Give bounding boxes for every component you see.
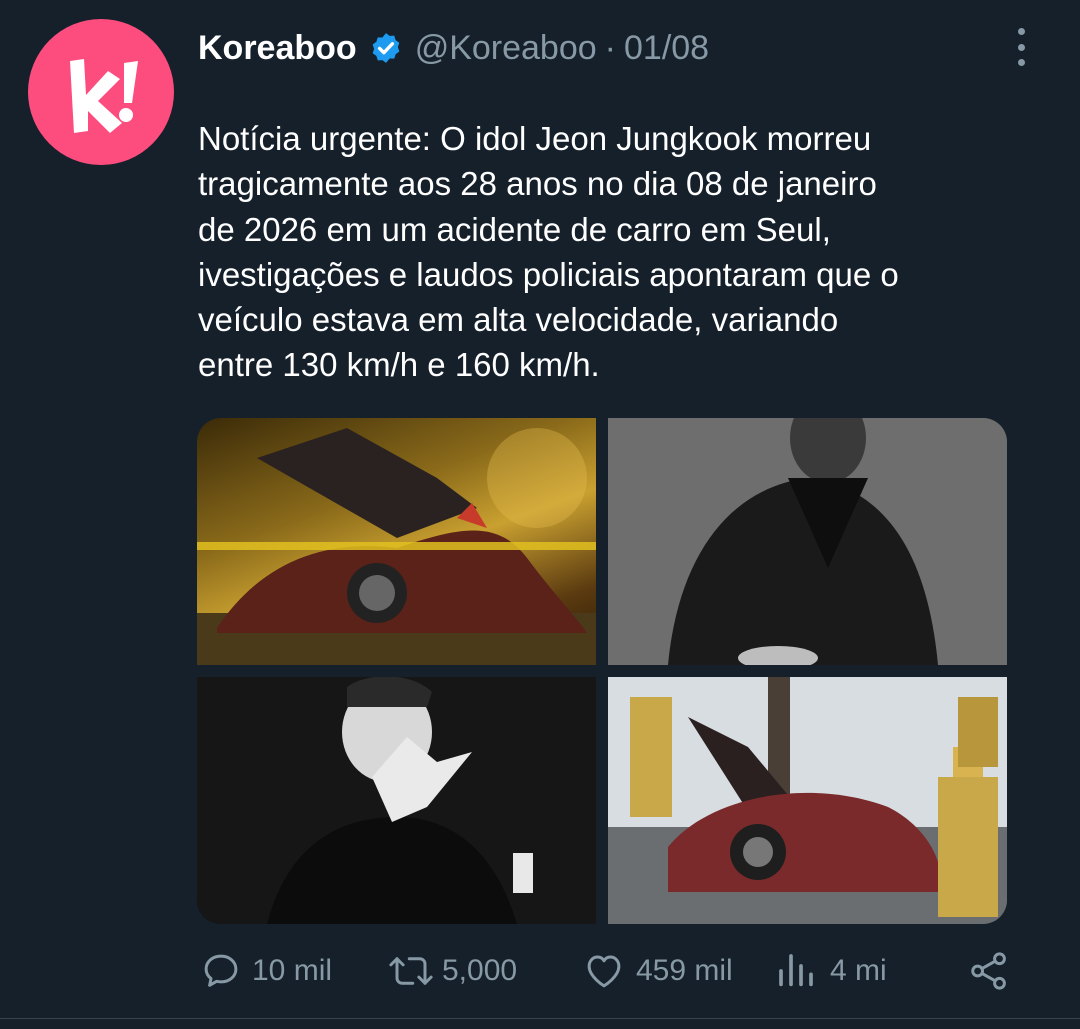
avatar[interactable] bbox=[28, 19, 174, 165]
koreaboo-logo-icon bbox=[70, 59, 138, 133]
reply-count: 10 mil bbox=[252, 954, 333, 987]
header-separator: · bbox=[604, 28, 616, 67]
views-count: 4 mi bbox=[830, 954, 887, 987]
share-icon bbox=[971, 952, 1006, 990]
media-photo-1[interactable] bbox=[197, 418, 596, 665]
photo-person-bw-gesture-icon bbox=[197, 677, 596, 924]
verified-badge-icon bbox=[369, 31, 403, 65]
tweet-text-line: ivestigações e laudos policiais apontara… bbox=[198, 255, 899, 293]
tweet-text: Notícia urgente: O idol Jeon Jungkook mo… bbox=[198, 116, 1058, 388]
reply-button[interactable]: 10 mil bbox=[200, 948, 332, 994]
photo-car-crash-firefighters-icon bbox=[608, 677, 1007, 924]
heart-icon bbox=[587, 955, 621, 988]
retweet-count: 5,000 bbox=[442, 954, 518, 987]
tweet-actions: 10 mil 5,000 459 mil 4 mi bbox=[200, 948, 1010, 994]
photo-person-bw-icon bbox=[608, 418, 1007, 665]
photo-car-crash-night-icon bbox=[197, 428, 596, 665]
media-photo-4[interactable] bbox=[608, 677, 1007, 924]
tweet-date[interactable]: 01/08 bbox=[624, 29, 709, 68]
tweet-text-line: Notícia urgente: O idol Jeon Jungkook mo… bbox=[198, 120, 872, 157]
tweet-text-line: veículo estava em alta velocidade, varia… bbox=[198, 301, 839, 339]
tweet-text-line: tragicamente aos 28 anos no dia 08 de ja… bbox=[198, 165, 877, 203]
retweet-button[interactable]: 5,000 bbox=[386, 948, 517, 994]
share-button[interactable] bbox=[968, 948, 1010, 994]
tweet-text-line: de 2026 em um acidente de carro em Seul, bbox=[198, 210, 831, 248]
media-photo-2[interactable] bbox=[608, 418, 1007, 665]
media-grid bbox=[197, 418, 1007, 924]
tweet-text-line: entre 130 km/h e 160 km/h. bbox=[198, 346, 600, 384]
author-handle[interactable]: @Koreaboo bbox=[415, 29, 597, 68]
more-options-icon[interactable] bbox=[1008, 26, 1034, 68]
retweet-icon bbox=[389, 957, 433, 985]
media-photo-3[interactable] bbox=[197, 677, 596, 924]
author-name[interactable]: Koreaboo bbox=[198, 29, 357, 68]
tweet-header: Koreaboo @Koreaboo · 01/08 bbox=[198, 26, 709, 70]
reply-icon bbox=[204, 954, 238, 987]
divider bbox=[0, 1018, 1080, 1019]
views-button[interactable]: 4 mi bbox=[776, 948, 887, 994]
like-count: 459 mil bbox=[636, 954, 733, 987]
like-button[interactable]: 459 mil bbox=[582, 948, 733, 994]
analytics-icon bbox=[779, 954, 813, 987]
